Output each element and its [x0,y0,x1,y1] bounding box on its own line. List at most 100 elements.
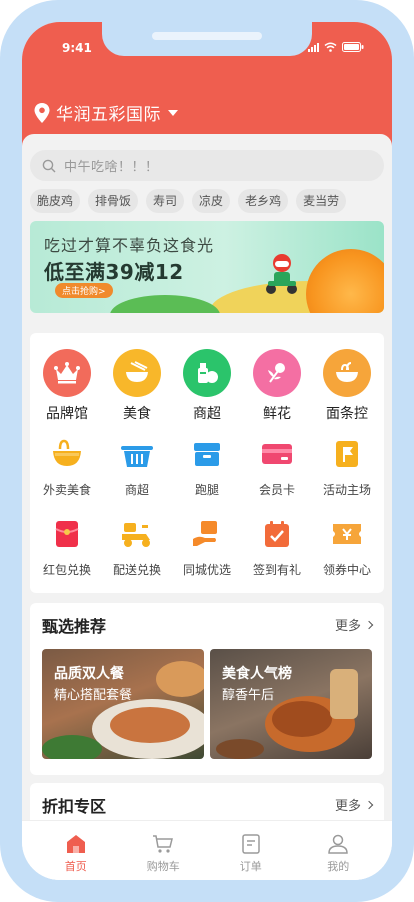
service-red-envelope[interactable]: 红包兑换 [34,517,100,578]
service-row-2: 红包兑换 配送兑换 同城优选 签到有礼 领券中心 [30,517,384,578]
featured-more-link[interactable]: 更多 [334,615,374,634]
location-pin-icon [34,102,50,123]
tab-home[interactable]: 首页 [46,821,106,880]
hot-tag[interactable]: 凉皮 [192,189,231,213]
main-category-row: 品牌馆 美食 商超 鲜花 面条控 [30,349,384,423]
service-errand[interactable]: 跑腿 [174,437,240,498]
more-label: 更多 [334,619,361,634]
wifi-icon [324,42,337,52]
tab-label: 购物车 [146,860,180,873]
hot-tags: 脆皮鸡 排骨饭 寿司 凉皮 老乡鸡 麦当劳 [30,189,347,213]
section-title: 甄选推荐 [42,617,107,636]
order-icon [242,834,260,854]
service-label: 签到有礼 [252,563,301,577]
service-checkin[interactable]: 签到有礼 [244,517,310,578]
orange-image [306,249,384,313]
banner-slogan: 吃过才算不辜负这食光 [44,236,215,255]
category-brand[interactable]: 品牌馆 [34,349,100,423]
red-envelope-icon [50,517,84,551]
discount-more-link[interactable]: 更多 [334,795,374,814]
home-icon [66,835,85,853]
tab-profile[interactable]: 我的 [308,821,368,880]
location-selector[interactable]: 华润五彩国际 [34,100,178,125]
tab-label: 订单 [239,860,262,873]
promo-card-title: 美食人气榜 [222,666,292,682]
service-label: 同城优选 [182,563,231,577]
banner-broccoli [110,295,220,313]
bottom-tab-bar: 首页 购物车 订单 我的 [22,820,392,880]
hot-tag[interactable]: 麦当劳 [296,189,347,213]
banner-offer: 低至满39减12 [44,260,184,284]
service-label: 领券中心 [322,563,371,577]
main-content: 中午吃啥！！！ 脆皮鸡 排骨饭 寿司 凉皮 老乡鸡 麦当劳 吃过才算不辜负这食光 [22,134,392,880]
flag-icon [330,437,364,471]
status-time: 9:41 [62,41,92,55]
service-label: 红包兑换 [42,563,91,577]
category-label: 商超 [193,406,221,422]
box-icon [190,437,224,471]
member-card-icon [260,437,294,471]
app-screen: 9:41 华润五彩国际 中午吃啥！！！ 脆皮鸡 排骨饭 寿司 凉皮 老乡鸡 麦当… [22,22,392,880]
cart-icon [153,835,174,853]
service-supermarket[interactable]: 商超 [104,437,170,498]
category-label: 品牌馆 [46,406,88,422]
tab-cart[interactable]: 购物车 [133,821,193,880]
takeout-bowl-icon [50,437,84,471]
banner-cta-button[interactable]: 点击抢购> [55,283,113,298]
service-delivery-exchange[interactable]: 配送兑换 [104,517,170,578]
promo-card-popular[interactable]: 美食人气榜 醇香午后 [210,649,372,759]
featured-section: 甄选推荐 更多 品质双人餐 精心搭配套餐 美食人气榜 醇香午后 [30,603,384,775]
phone-notch [102,22,312,56]
chevron-right-icon [364,620,374,629]
notch-speaker [152,32,262,40]
crown-icon [43,349,91,397]
service-member-card[interactable]: 会员卡 [244,437,310,498]
more-label: 更多 [334,799,361,814]
search-bar[interactable]: 中午吃啥！！！ [30,150,384,181]
category-supermarket[interactable]: 商超 [174,349,240,423]
chevron-right-icon [364,800,374,809]
noodle-bowl-icon [323,349,371,397]
category-label: 面条控 [326,406,368,422]
tab-label: 首页 [64,860,87,873]
category-label: 美食 [123,406,151,422]
category-label: 鲜花 [263,406,291,422]
service-label: 配送兑换 [112,563,161,577]
supermarket-icon [183,349,231,397]
signal-icon [308,43,319,52]
basket-icon [120,437,154,471]
search-placeholder: 中午吃啥！！！ [64,160,159,175]
section-title: 折扣专区 [42,797,107,816]
service-label: 活动主场 [322,483,371,497]
status-icons [308,42,364,52]
tab-orders[interactable]: 订单 [221,821,281,880]
service-local-picks[interactable]: 同城优选 [174,517,240,578]
location-name: 华润五彩国际 [56,105,161,125]
battery-icon [342,42,364,52]
hot-tag[interactable]: 寿司 [146,189,185,213]
scooter-icon [120,517,154,551]
category-food[interactable]: 美食 [104,349,170,423]
service-row-1: 外卖美食 商超 跑腿 会员卡 活动主场 [30,437,384,498]
coupon-icon [330,517,364,551]
flower-icon [253,349,301,397]
category-flower[interactable]: 鲜花 [244,349,310,423]
promo-banner[interactable]: 吃过才算不辜负这食光 低至满39减12 点击抢购> [30,221,384,313]
hot-tag[interactable]: 排骨饭 [88,189,139,213]
service-coupon-center[interactable]: 领券中心 [314,517,380,578]
tab-label: 我的 [327,860,350,873]
bowl-chopsticks-icon [113,349,161,397]
hot-tag[interactable]: 老乡鸡 [238,189,289,213]
category-noodles[interactable]: 面条控 [314,349,380,423]
hand-box-icon [190,517,224,551]
service-takeout[interactable]: 外卖美食 [34,437,100,498]
delivery-rider-icon [266,254,297,294]
category-grid: 品牌馆 美食 商超 鲜花 面条控 外卖美食 商超 跑腿 会员卡 活动主场 红包兑… [30,333,384,593]
service-events[interactable]: 活动主场 [314,437,380,498]
caret-down-icon [168,109,178,116]
service-label: 商超 [124,483,149,497]
hot-tag[interactable]: 脆皮鸡 [30,189,81,213]
promo-card-subtitle: 精心搭配套餐 [54,688,133,703]
user-icon [328,834,349,854]
promo-card-double-meal[interactable]: 品质双人餐 精心搭配套餐 [42,649,204,759]
